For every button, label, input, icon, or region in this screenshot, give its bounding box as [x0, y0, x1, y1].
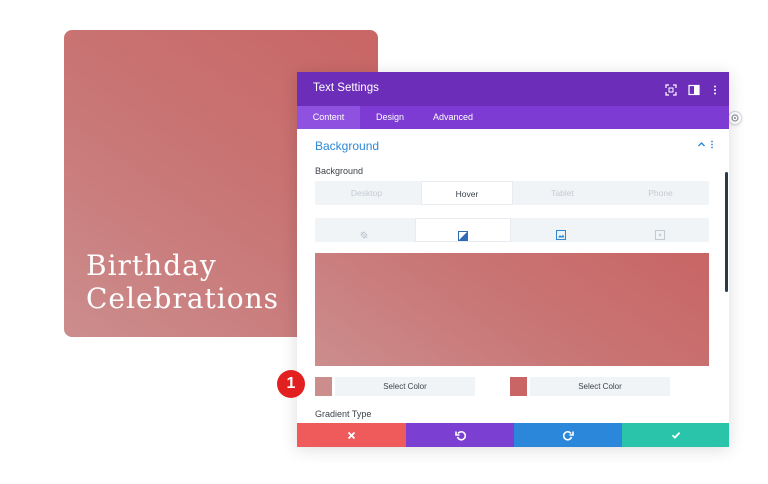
- bg-type-gradient[interactable]: [415, 218, 511, 242]
- gradient-type-label: Gradient Type: [315, 409, 372, 419]
- settings-tabs: Content Design Advanced: [297, 106, 729, 129]
- color-fill-icon: [359, 225, 369, 239]
- image-icon: [556, 225, 566, 240]
- device-tab-phone[interactable]: Phone: [612, 181, 709, 205]
- split-view-icon[interactable]: [688, 83, 700, 96]
- bg-type-video[interactable]: [612, 218, 709, 242]
- panel-title: Text Settings: [313, 82, 379, 94]
- more-options-icon[interactable]: [709, 83, 721, 95]
- close-icon: [347, 431, 356, 439]
- text-settings-panel: Text Settings Content Design Advanced Ba…: [297, 72, 729, 447]
- redo-button[interactable]: [514, 423, 622, 447]
- tab-advanced[interactable]: Advanced: [420, 106, 486, 129]
- device-tab-hover[interactable]: Hover: [421, 181, 513, 205]
- save-button[interactable]: [622, 423, 729, 447]
- device-tab-desktop[interactable]: Desktop: [315, 181, 418, 205]
- settings-toggle-icon[interactable]: [728, 111, 742, 125]
- undo-icon: [454, 430, 466, 441]
- kebab-icon[interactable]: [709, 140, 715, 152]
- section-title[interactable]: Background: [315, 139, 379, 153]
- panel-footer: [297, 423, 729, 447]
- video-icon: [655, 225, 665, 240]
- step-number-badge: 1: [277, 370, 305, 398]
- tab-design[interactable]: Design: [360, 106, 420, 129]
- tab-content[interactable]: Content: [297, 106, 360, 129]
- device-tabs: Desktop Hover Tablet Phone: [315, 181, 709, 205]
- bg-type-image[interactable]: [513, 218, 609, 242]
- gradient-stop-2: Select Color: [510, 377, 670, 396]
- panel-scrollbar[interactable]: [725, 172, 728, 292]
- gradient-stop-1-select[interactable]: Select Color: [335, 377, 475, 396]
- device-tab-tablet[interactable]: Tablet: [515, 181, 610, 205]
- gradient-stop-1-swatch[interactable]: [315, 377, 332, 396]
- section-controls: [697, 140, 715, 152]
- gradient-stop-2-swatch[interactable]: [510, 377, 527, 396]
- expand-icon[interactable]: [665, 83, 677, 96]
- check-icon: [671, 432, 680, 439]
- gradient-icon: [458, 226, 468, 241]
- bg-type-color[interactable]: [315, 218, 412, 242]
- background-label: Background: [315, 166, 364, 176]
- cancel-button[interactable]: [297, 423, 406, 447]
- chevron-up-icon[interactable]: [697, 141, 709, 152]
- undo-button[interactable]: [406, 423, 514, 447]
- gradient-stop-2-select[interactable]: Select Color: [530, 377, 670, 396]
- panel-header: Text Settings: [297, 72, 729, 106]
- gradient-stop-1: Select Color: [315, 377, 475, 396]
- gradient-preview: [315, 253, 709, 366]
- card-title: Birthday Celebrations: [86, 249, 279, 315]
- background-type-tabs: [315, 218, 709, 242]
- redo-icon: [562, 430, 574, 441]
